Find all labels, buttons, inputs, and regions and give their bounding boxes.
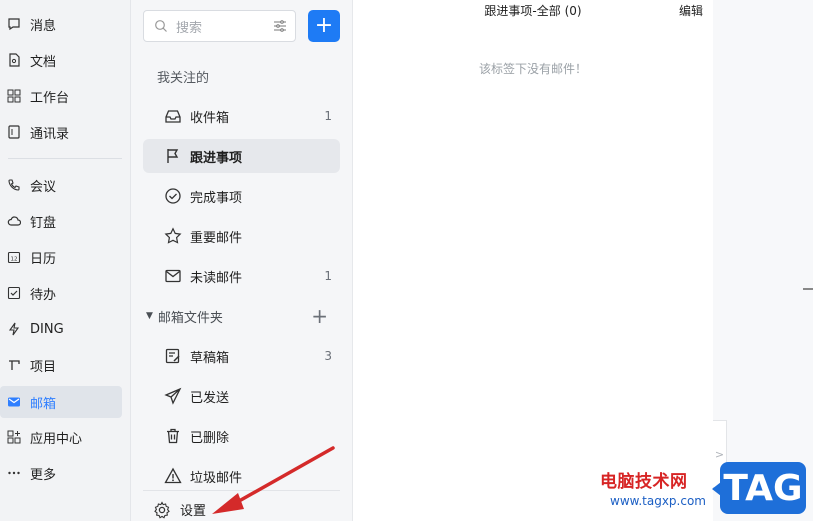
panel-divider	[143, 490, 340, 491]
nav-label: 更多	[30, 467, 57, 483]
send-icon	[164, 387, 182, 405]
unread-count: 3	[324, 349, 332, 363]
flag-icon	[164, 147, 182, 165]
nav-label: 消息	[30, 18, 57, 34]
more-icon	[7, 466, 21, 480]
folder-completed[interactable]: 完成事项	[143, 179, 340, 213]
draft-icon	[164, 347, 182, 365]
search-input[interactable]: 搜索	[143, 10, 296, 42]
folder-drafts[interactable]: 草稿箱 3	[143, 339, 340, 373]
folder-spam[interactable]: 垃圾邮件	[143, 459, 340, 493]
resize-handle[interactable]	[803, 288, 813, 290]
folder-important[interactable]: 重要邮件	[143, 219, 340, 253]
folder-deleted[interactable]: 已删除	[143, 419, 340, 453]
folder-follow-up[interactable]: 跟进事项	[143, 139, 340, 173]
empty-state-text: 该标签下没有邮件！	[478, 62, 587, 76]
left-nav: 消息 文档 工作台 通讯录 会议 钉盘 12 日历 待办 DING 项目 邮箱	[0, 0, 131, 521]
watermark-tag-logo: TAG	[712, 462, 806, 514]
chevron-right-icon: >	[714, 447, 725, 461]
nav-item-more[interactable]: 更多	[0, 457, 122, 489]
search-icon	[155, 20, 167, 32]
mailbox-folders-header[interactable]: ▼ 邮箱文件夹 +	[143, 303, 340, 329]
folder-sent[interactable]: 已发送	[143, 379, 340, 413]
nav-item-drive[interactable]: 钉盘	[0, 205, 122, 237]
folder-label: 已发送	[190, 390, 230, 406]
compose-button[interactable]: +	[308, 10, 340, 42]
filter-icon[interactable]	[273, 19, 287, 33]
nav-item-meeting[interactable]: 会议	[0, 169, 122, 201]
folder-unread[interactable]: 未读邮件 1	[143, 259, 340, 293]
folder-label: 收件箱	[190, 110, 230, 126]
nav-label: 邮箱	[30, 396, 57, 412]
nav-item-mail[interactable]: 邮箱	[0, 386, 122, 418]
folder-label: 已删除	[190, 430, 230, 446]
nav-label: DING	[30, 321, 64, 337]
nav-item-workbench[interactable]: 工作台	[0, 80, 122, 112]
grid-icon	[7, 89, 21, 103]
watermark-site-name: 电脑技术网	[600, 472, 688, 492]
nav-item-docs[interactable]: 文档	[0, 44, 122, 76]
svg-text:12: 12	[11, 257, 18, 263]
nav-item-calendar[interactable]: 12 日历	[0, 241, 122, 273]
caret-down-icon: ▼	[146, 311, 153, 321]
nav-item-app-center[interactable]: 应用中心	[0, 421, 122, 453]
folder-label: 跟进事项	[190, 150, 243, 166]
contacts-icon	[7, 125, 21, 139]
nav-label: 应用中心	[30, 431, 83, 447]
checkbox-icon	[7, 286, 21, 300]
folder-label: 完成事项	[190, 190, 243, 206]
lightning-icon	[7, 322, 21, 336]
list-title: 跟进事项-全部 (0)	[484, 4, 582, 18]
nav-item-contacts[interactable]: 通讯录	[0, 116, 122, 148]
nav-label: 工作台	[30, 90, 70, 106]
gear-icon	[154, 500, 170, 519]
mail-folder-panel: 搜索 + 我关注的 收件箱 1 跟进事项 完成事项 重要邮件 未读邮件 1 ▼ …	[131, 0, 353, 521]
document-icon	[7, 53, 21, 67]
mail-preview-pane	[713, 0, 813, 521]
folder-label: 重要邮件	[190, 230, 243, 246]
nav-label: 钉盘	[30, 215, 57, 231]
nav-label: 通讯录	[30, 126, 70, 142]
cloud-icon	[7, 214, 21, 228]
trash-icon	[164, 427, 182, 445]
nav-item-project[interactable]: 项目	[0, 349, 122, 381]
nav-item-ding[interactable]: DING	[0, 313, 122, 345]
phone-icon	[7, 178, 21, 192]
envelope-icon	[164, 267, 182, 285]
inbox-icon	[164, 107, 182, 125]
watermark-url: www.tagxp.com	[610, 494, 706, 508]
settings-button[interactable]: 设置	[153, 500, 206, 519]
nav-label: 会议	[30, 179, 57, 195]
folder-inbox[interactable]: 收件箱 1	[143, 99, 340, 133]
nav-item-messages[interactable]: 消息	[0, 8, 122, 40]
nav-label: 文档	[30, 54, 57, 70]
calendar-icon: 12	[7, 250, 21, 264]
section-label-followed: 我关注的	[157, 71, 210, 86]
add-folder-button[interactable]: +	[311, 306, 328, 326]
folder-label: 草稿箱	[190, 350, 230, 366]
check-circle-icon	[164, 187, 182, 205]
nav-label: 待办	[30, 287, 57, 303]
folder-label: 未读邮件	[190, 270, 243, 286]
project-icon	[7, 358, 21, 372]
nav-label: 日历	[30, 251, 57, 267]
mail-icon	[7, 395, 21, 409]
folder-label: 垃圾邮件	[190, 470, 243, 486]
nav-divider	[8, 158, 122, 159]
settings-label: 设置	[180, 504, 207, 519]
star-icon	[164, 227, 182, 245]
mail-list-pane: 跟进事项-全部 (0) 编辑 该标签下没有邮件！	[353, 0, 713, 521]
folder-header-label: 邮箱文件夹	[157, 310, 223, 326]
chat-bubble-icon	[7, 17, 21, 31]
apps-icon	[7, 430, 21, 444]
warning-icon	[164, 467, 182, 485]
edit-button[interactable]: 编辑	[679, 2, 703, 19]
unread-count: 1	[324, 269, 332, 283]
nav-label: 项目	[30, 359, 57, 375]
search-placeholder: 搜索	[176, 20, 203, 36]
unread-count: 1	[324, 109, 332, 123]
nav-item-todo[interactable]: 待办	[0, 277, 122, 309]
